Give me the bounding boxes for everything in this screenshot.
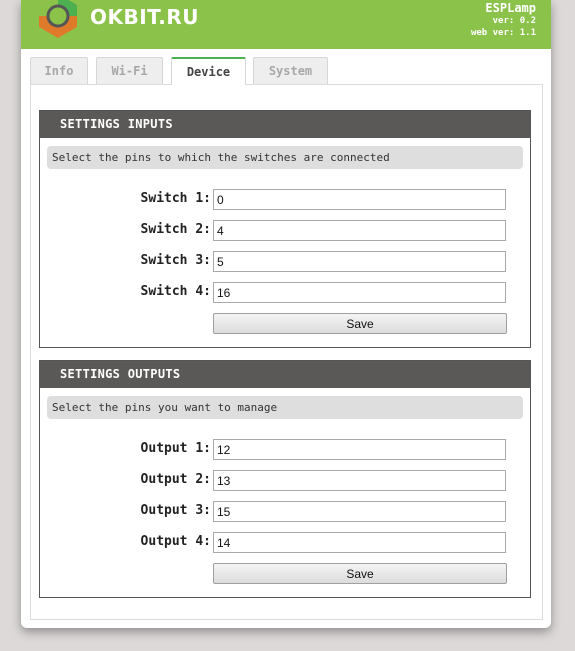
tab-bar: Info Wi-Fi Device System <box>30 57 540 85</box>
switch-3-input[interactable] <box>213 251 506 272</box>
panel-hint: Select the pins you want to manage <box>47 396 523 419</box>
switch-1-input[interactable] <box>213 189 506 210</box>
switch-4-row: Switch 4: <box>40 282 532 303</box>
okbit-logo-icon <box>39 0 77 38</box>
output-1-label: Output 1: <box>140 441 211 456</box>
switch-3-label: Switch 3: <box>140 253 211 268</box>
tab-device[interactable]: Device <box>171 57 246 85</box>
output-1-row: Output 1: <box>40 439 532 460</box>
header-bar: OKBIT.RU ESPLamp ver: 0.2 web ver: 1.1 <box>21 0 551 49</box>
switch-2-input[interactable] <box>213 220 506 241</box>
tab-content: SETTINGS INPUTS Select the pins to which… <box>30 84 543 620</box>
save-inputs-button[interactable]: Save <box>213 313 507 334</box>
output-3-label: Output 3: <box>140 503 211 518</box>
tab-info[interactable]: Info <box>30 57 88 84</box>
version-block: ESPLamp ver: 0.2 web ver: 1.1 <box>471 1 536 39</box>
output-4-input[interactable] <box>213 532 506 553</box>
brand-title: OKBIT.RU <box>90 5 200 29</box>
output-3-input[interactable] <box>213 501 506 522</box>
output-4-row: Output 4: <box>40 532 532 553</box>
switch-2-row: Switch 2: <box>40 220 532 241</box>
output-3-row: Output 3: <box>40 501 532 522</box>
app-name: ESPLamp <box>485 1 536 15</box>
panel-title: SETTINGS INPUTS <box>40 111 530 138</box>
web-version-label: web ver: 1.1 <box>470 28 536 38</box>
tab-wifi[interactable]: Wi-Fi <box>96 57 163 84</box>
settings-outputs-panel: SETTINGS OUTPUTS Select the pins you wan… <box>39 360 531 598</box>
panel-title: SETTINGS OUTPUTS <box>40 361 530 388</box>
switch-1-row: Switch 1: <box>40 189 532 210</box>
switch-4-label: Switch 4: <box>140 284 211 299</box>
settings-inputs-panel: SETTINGS INPUTS Select the pins to which… <box>39 110 531 348</box>
switch-3-row: Switch 3: <box>40 251 532 272</box>
output-2-row: Output 2: <box>40 470 532 491</box>
version-label: ver: 0.2 <box>492 16 536 26</box>
save-outputs-button[interactable]: Save <box>213 563 507 584</box>
switch-4-input[interactable] <box>213 282 506 303</box>
switch-2-label: Switch 2: <box>140 222 211 237</box>
output-1-input[interactable] <box>213 439 506 460</box>
tab-system[interactable]: System <box>253 57 328 84</box>
main-card: OKBIT.RU ESPLamp ver: 0.2 web ver: 1.1 I… <box>21 0 551 628</box>
output-2-label: Output 2: <box>140 472 211 487</box>
panel-hint: Select the pins to which the switches ar… <box>47 146 523 169</box>
output-2-input[interactable] <box>213 470 506 491</box>
switch-1-label: Switch 1: <box>140 191 211 206</box>
output-4-label: Output 4: <box>140 534 211 549</box>
